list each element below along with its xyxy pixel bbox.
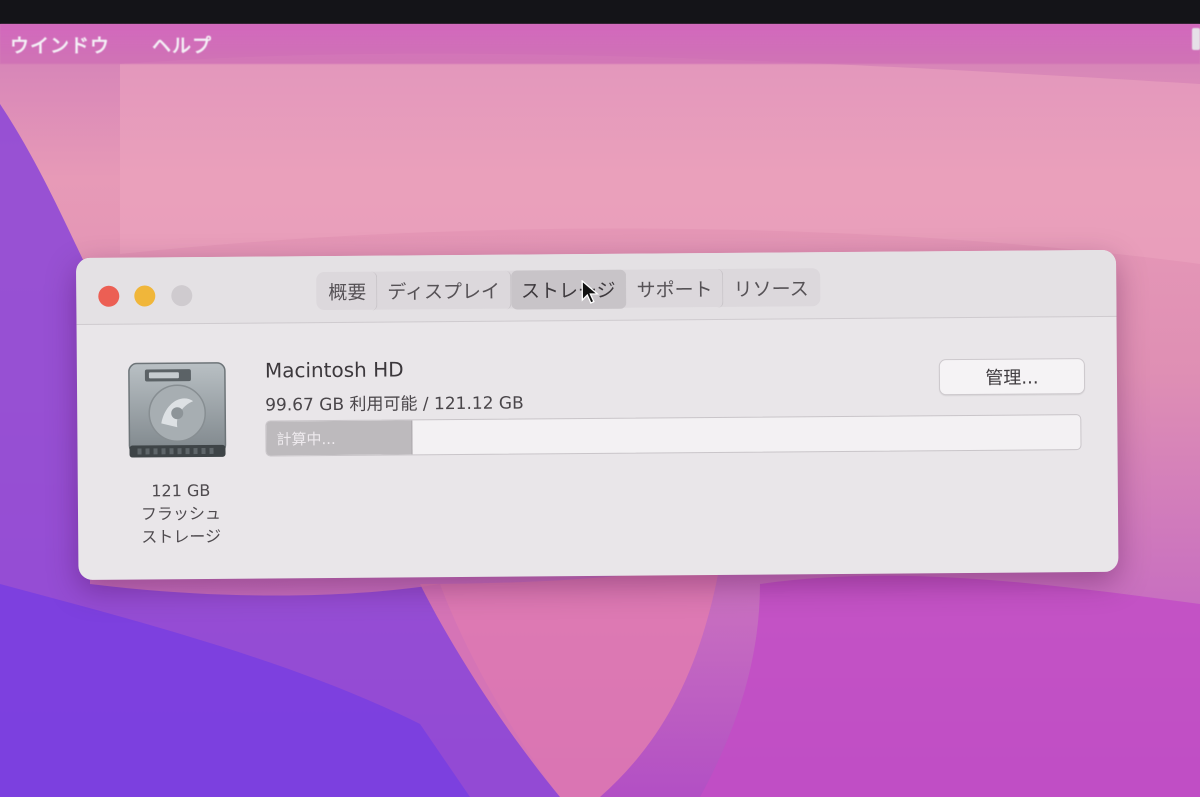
manage-button[interactable]: 管理... <box>938 358 1086 396</box>
mouse-pointer-icon <box>581 279 600 304</box>
disk-capacity: 121 GB <box>151 480 211 501</box>
storage-usage-bar: 計算中... <box>265 414 1082 457</box>
zoom-button <box>171 285 193 307</box>
storage-usage-fill: 計算中... <box>266 420 413 456</box>
close-button[interactable] <box>98 285 120 307</box>
tab-bar: 概要 ディスプレイ ストレージ サポート リソース <box>316 268 821 311</box>
tab-overview[interactable]: 概要 <box>318 271 378 311</box>
volume-name: Macintosh HD <box>264 357 404 383</box>
hard-drive-icon <box>128 362 227 458</box>
screen-bezel <box>0 0 1200 24</box>
menu-bar: ウインドウ ヘルプ <box>0 24 1200 64</box>
tab-resources[interactable]: リソース <box>723 268 818 308</box>
disk-type-line1: フラッシュ <box>140 503 222 524</box>
about-this-mac-window: 概要 ディスプレイ ストレージ サポート リソース 121 GB フラッシュ ス… <box>76 249 1119 580</box>
minimize-button[interactable] <box>134 285 156 307</box>
tab-displays[interactable]: ディスプレイ <box>377 270 512 311</box>
menu-window[interactable]: ウインドウ <box>10 31 110 58</box>
window-titlebar[interactable]: 概要 ディスプレイ ストレージ サポート リソース <box>76 249 1117 325</box>
menu-bar-edge-item <box>1192 28 1200 50</box>
disk-caption: 121 GB フラッシュ ストレージ <box>106 479 257 549</box>
volume-usage: 99.67 GB 利用可能 / 121.12 GB <box>265 393 524 416</box>
tab-support[interactable]: サポート <box>626 268 724 309</box>
menu-help[interactable]: ヘルプ <box>152 31 212 58</box>
disk-type-line2: ストレージ <box>141 526 222 547</box>
tab-storage[interactable]: ストレージ <box>510 269 627 310</box>
storage-calculating-label: 計算中... <box>276 429 336 449</box>
